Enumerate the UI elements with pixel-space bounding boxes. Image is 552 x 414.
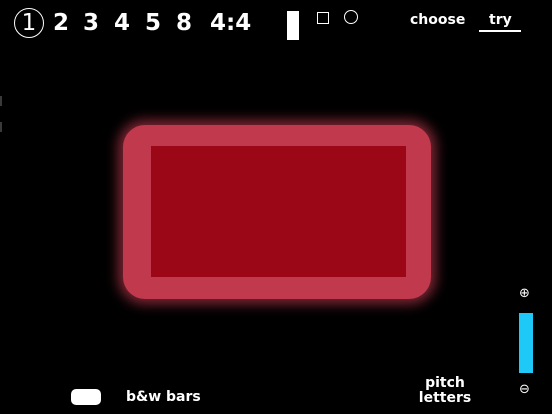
pitch-label-line1: pitch: [425, 375, 465, 391]
left-edge-marker: [0, 122, 2, 132]
zoom-out-icon[interactable]: ⊖: [519, 383, 530, 397]
beat-option-3[interactable]: 3: [83, 8, 99, 38]
beat-option-4-4[interactable]: 4:4: [210, 8, 251, 38]
try-mode-button[interactable]: try: [489, 11, 512, 29]
note-block[interactable]: [123, 125, 431, 299]
square-shape-icon[interactable]: [317, 12, 329, 24]
zoom-in-icon[interactable]: ⊕: [519, 287, 530, 301]
left-edge-marker: [0, 96, 2, 106]
zoom-slider[interactable]: [519, 313, 533, 373]
beat-option-1[interactable]: 1: [14, 8, 44, 38]
choose-mode-button[interactable]: choose: [410, 11, 465, 29]
bar-shape-icon[interactable]: [287, 11, 299, 40]
zoom-level-fill: [519, 313, 533, 373]
circle-shape-icon[interactable]: [344, 10, 358, 24]
bw-bars-label: b&w bars: [126, 389, 201, 405]
pitch-letters-button[interactable]: pitch letters: [410, 376, 480, 406]
beat-option-8[interactable]: 8: [176, 8, 192, 38]
note-block-inner: [151, 146, 406, 277]
bw-bars-toggle[interactable]: [71, 389, 101, 405]
beat-option-4[interactable]: 4: [114, 8, 130, 38]
top-toolbar: 1 2 3 4 5 8 4:4 choose try: [0, 0, 552, 44]
pitch-label-line2: letters: [418, 390, 472, 406]
beat-option-5[interactable]: 5: [145, 8, 161, 38]
beat-option-2[interactable]: 2: [53, 8, 69, 38]
try-mode-underline: [479, 30, 521, 32]
